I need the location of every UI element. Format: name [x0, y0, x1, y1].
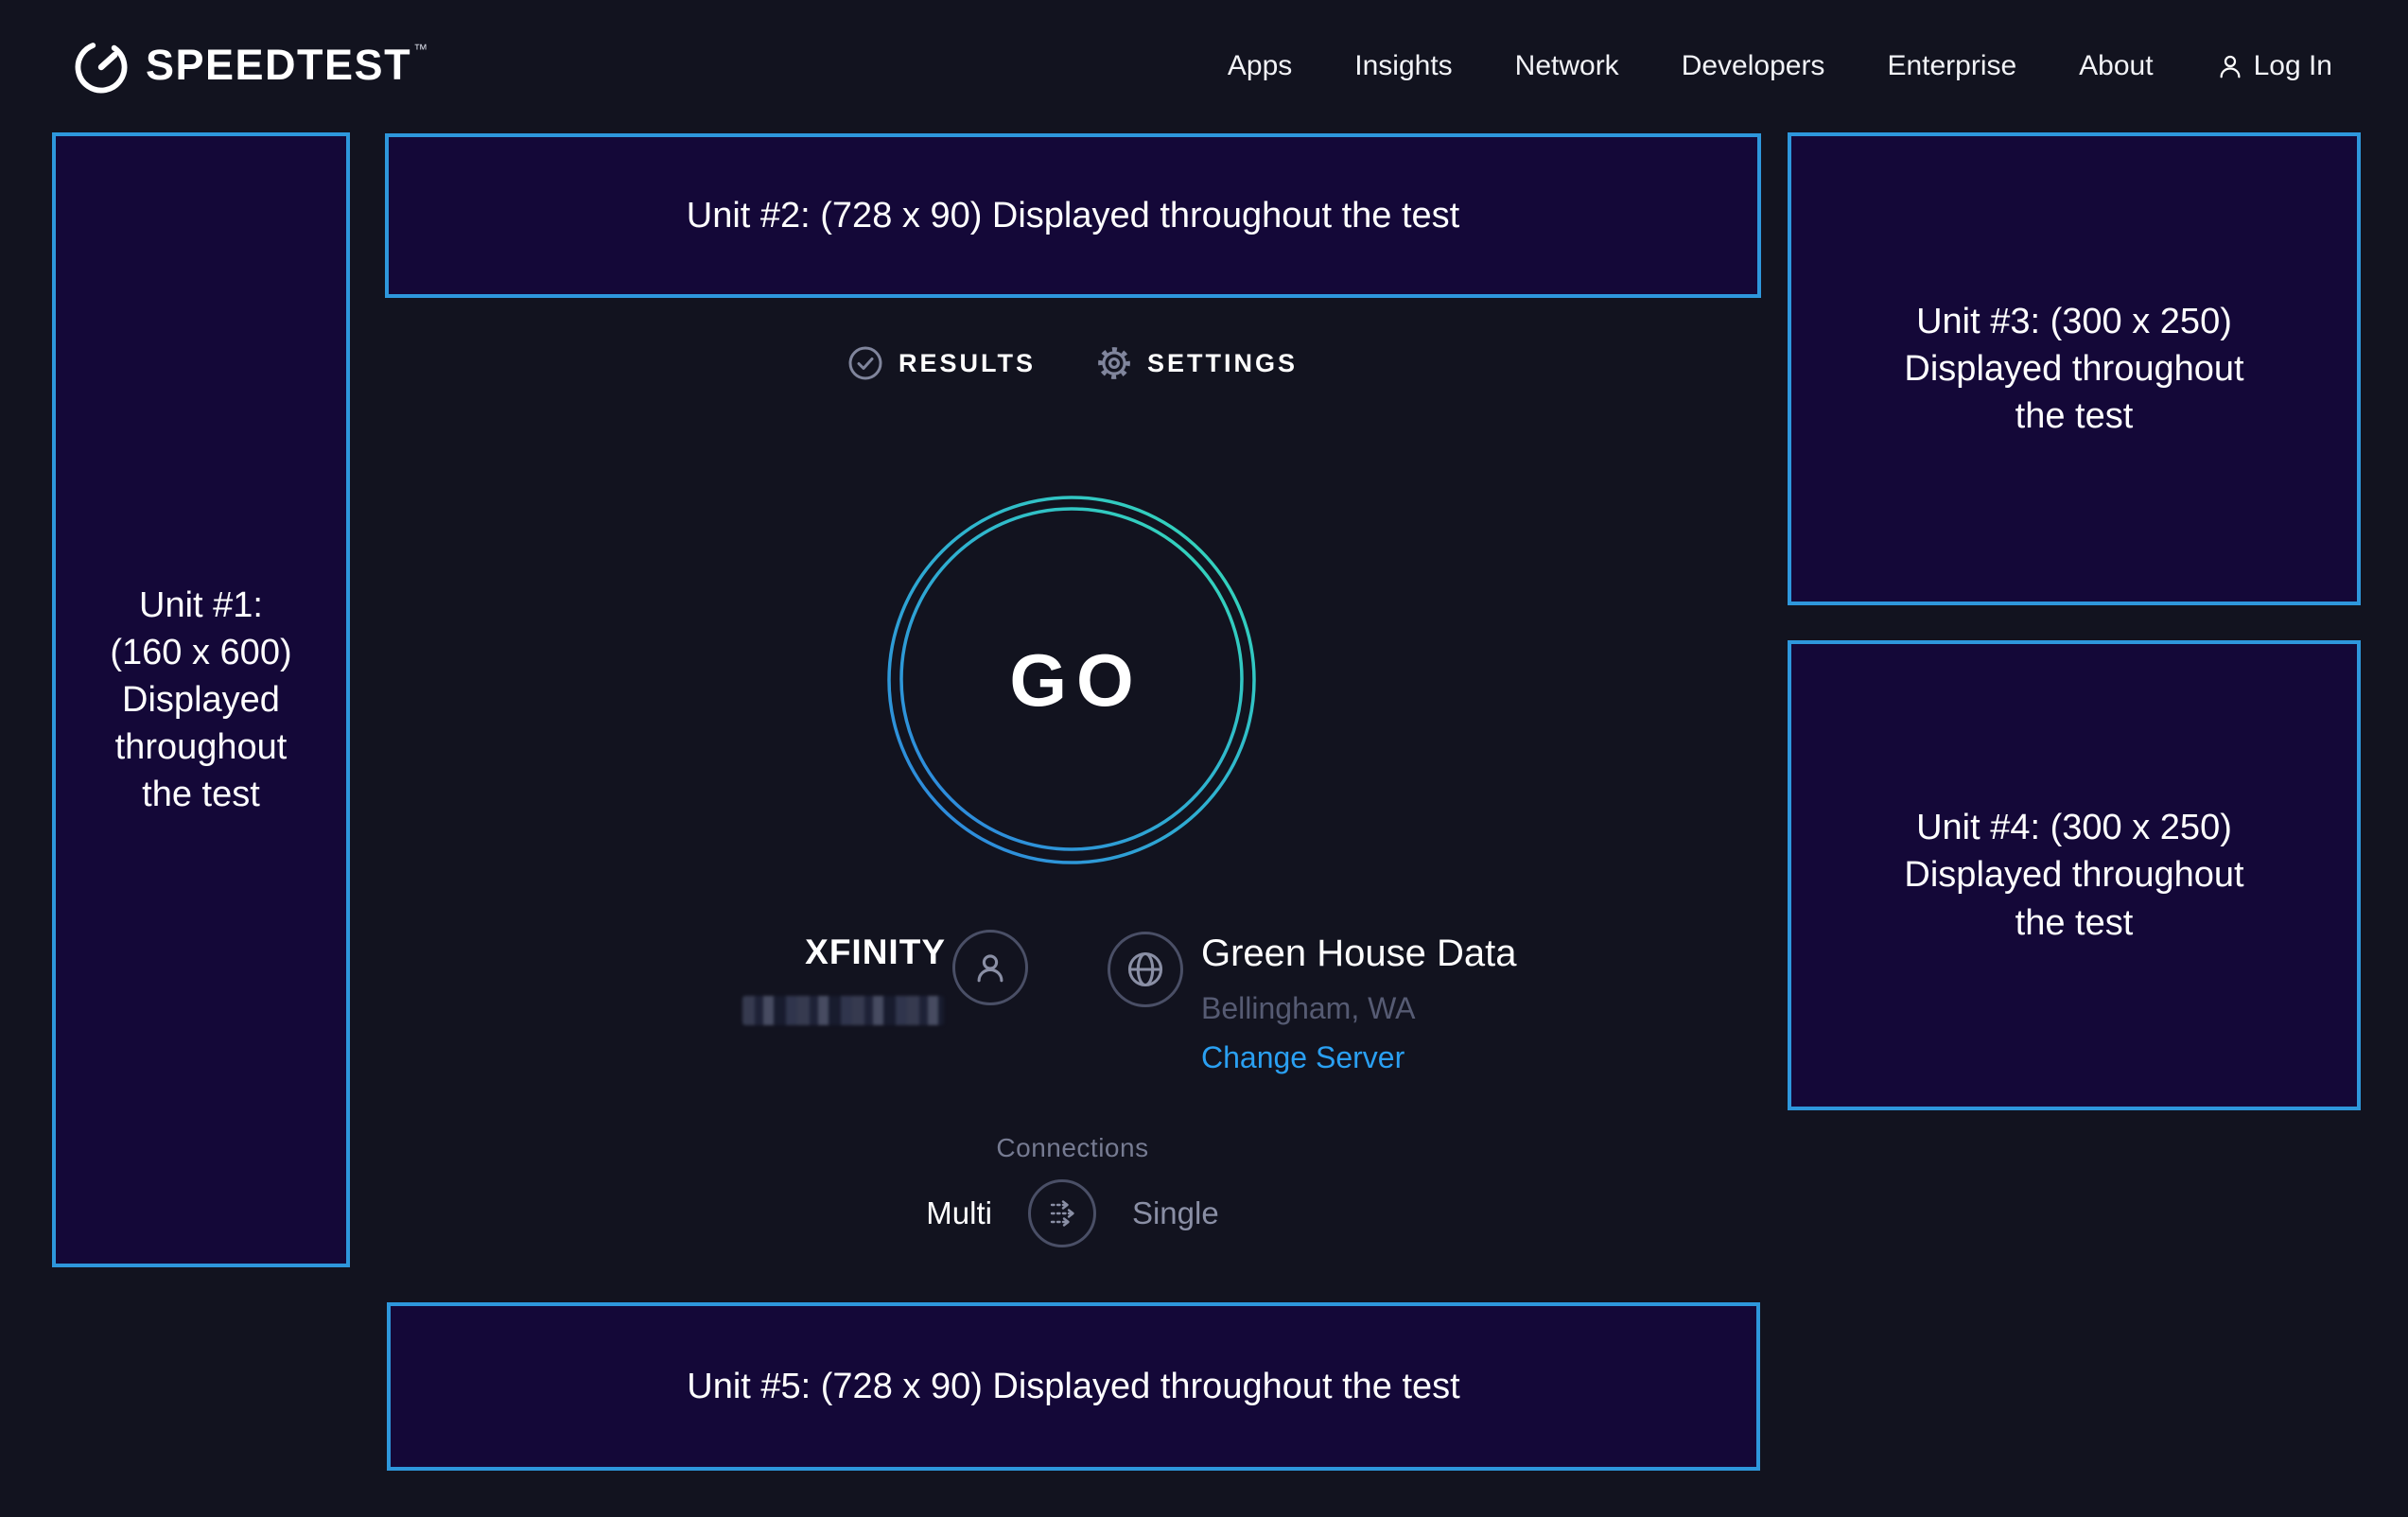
server-location: Bellingham, WA — [1201, 991, 1415, 1026]
tab-settings[interactable]: SETTINGS — [1096, 345, 1298, 381]
connections-single-option[interactable]: Single — [1132, 1195, 1219, 1231]
go-button[interactable]: GO — [885, 494, 1258, 866]
login-button[interactable]: Log In — [2216, 50, 2332, 82]
tab-results-label: RESULTS — [899, 349, 1036, 378]
nav-developers[interactable]: Developers — [1682, 50, 1825, 82]
connections-label: Connections — [383, 1133, 1762, 1163]
isp-ip-redacted — [742, 996, 944, 1025]
isp-icon-circle[interactable] — [952, 930, 1028, 1005]
top-nav: Apps Insights Network Developers Enterpr… — [1228, 50, 2332, 82]
isp-name: XFINITY — [605, 933, 946, 972]
login-label: Log In — [2254, 50, 2332, 82]
person-icon — [969, 947, 1011, 988]
ad-unit-5[interactable]: Unit #5: (728 x 90) Displayed throughout… — [387, 1302, 1760, 1471]
ad-unit-2[interactable]: Unit #2: (728 x 90) Displayed throughout… — [385, 133, 1761, 298]
ad-unit-1-text: Unit #1: (160 x 600) Displayed throughou… — [110, 582, 291, 819]
connections-toggle[interactable] — [1028, 1179, 1096, 1247]
change-server-link[interactable]: Change Server — [1201, 1040, 1405, 1075]
ad-unit-4-text: Unit #4: (300 x 250) Displayed throughou… — [1904, 804, 2243, 946]
header: SPEEDTEST™ Apps Insights Network Develop… — [0, 0, 2408, 132]
connections-multi-option[interactable]: Multi — [926, 1195, 992, 1231]
ad-unit-5-text: Unit #5: (728 x 90) Displayed throughout… — [687, 1363, 1459, 1410]
nav-apps[interactable]: Apps — [1228, 50, 1292, 82]
multi-connection-icon — [1040, 1192, 1084, 1235]
logo-text: SPEEDTEST — [146, 41, 411, 89]
view-tabs: RESULTS SETTINGS — [383, 337, 1762, 390]
speedtest-logo[interactable]: SPEEDTEST™ — [72, 36, 428, 96]
connections-toggle-row: Multi Single — [383, 1179, 1762, 1247]
nav-enterprise[interactable]: Enterprise — [1887, 50, 2016, 82]
ad-unit-4[interactable]: Unit #4: (300 x 250) Displayed throughou… — [1788, 640, 2361, 1110]
tab-settings-label: SETTINGS — [1147, 349, 1298, 378]
ad-unit-3-text: Unit #3: (300 x 250) Displayed throughou… — [1904, 298, 2243, 440]
logo-trademark: ™ — [413, 42, 428, 58]
nav-insights[interactable]: Insights — [1354, 50, 1452, 82]
ad-unit-2-text: Unit #2: (728 x 90) Displayed throughout… — [687, 192, 1459, 239]
ad-unit-3[interactable]: Unit #3: (300 x 250) Displayed throughou… — [1788, 132, 2361, 605]
globe-icon — [1125, 949, 1166, 990]
ad-unit-1[interactable]: Unit #1: (160 x 600) Displayed throughou… — [52, 132, 350, 1267]
gauge-icon — [72, 38, 131, 96]
tab-results[interactable]: RESULTS — [847, 345, 1036, 381]
check-circle-icon — [847, 345, 883, 381]
server-icon-circle[interactable] — [1108, 932, 1183, 1007]
user-icon — [2216, 52, 2244, 80]
nav-about[interactable]: About — [2079, 50, 2153, 82]
nav-network[interactable]: Network — [1515, 50, 1619, 82]
go-label: GO — [885, 494, 1258, 866]
gear-icon — [1096, 345, 1132, 381]
server-name: Green House Data — [1201, 933, 1517, 975]
